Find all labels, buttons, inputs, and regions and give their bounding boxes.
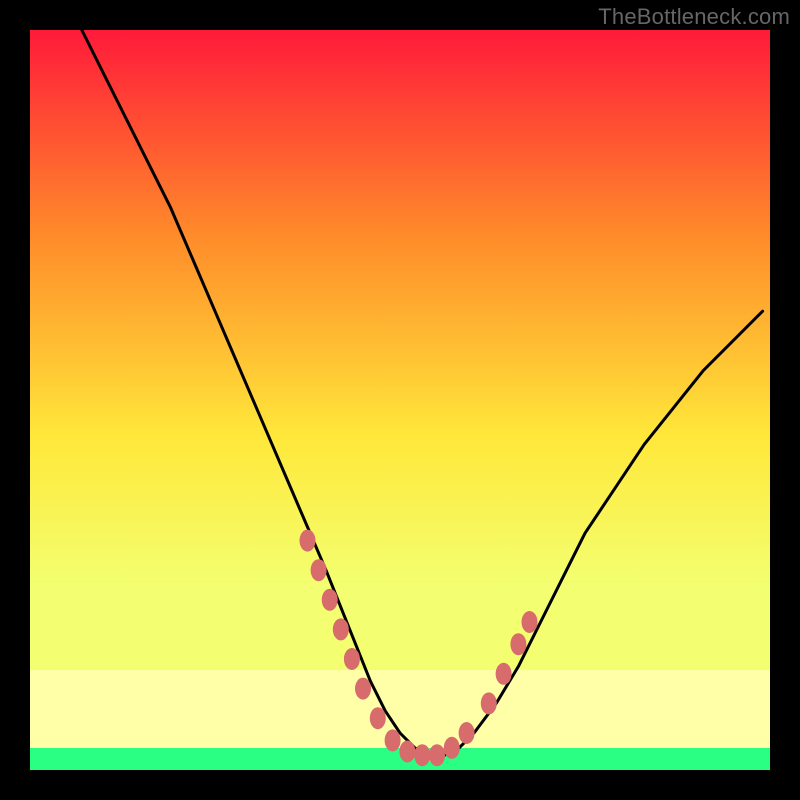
highlight-dot [414, 744, 430, 766]
highlight-dot [510, 633, 526, 655]
highlight-dot [300, 530, 316, 552]
highlight-dot [344, 648, 360, 670]
highlight-dot [522, 611, 538, 633]
highlight-dot [311, 559, 327, 581]
highlight-dot [370, 707, 386, 729]
highlight-dot [496, 663, 512, 685]
highlight-dot [459, 722, 475, 744]
highlight-dot [444, 737, 460, 759]
highlight-dot [355, 678, 371, 700]
highlight-dot [385, 729, 401, 751]
chart-svg [30, 30, 770, 770]
highlight-dot [399, 741, 415, 763]
chart-frame: TheBottleneck.com [0, 0, 800, 800]
highlight-dot [322, 589, 338, 611]
gradient-background [30, 30, 770, 770]
highlight-dot [333, 618, 349, 640]
highlight-dot [481, 692, 497, 714]
highlight-dot [429, 744, 445, 766]
plot-area [30, 30, 770, 770]
watermark-text: TheBottleneck.com [598, 4, 790, 30]
